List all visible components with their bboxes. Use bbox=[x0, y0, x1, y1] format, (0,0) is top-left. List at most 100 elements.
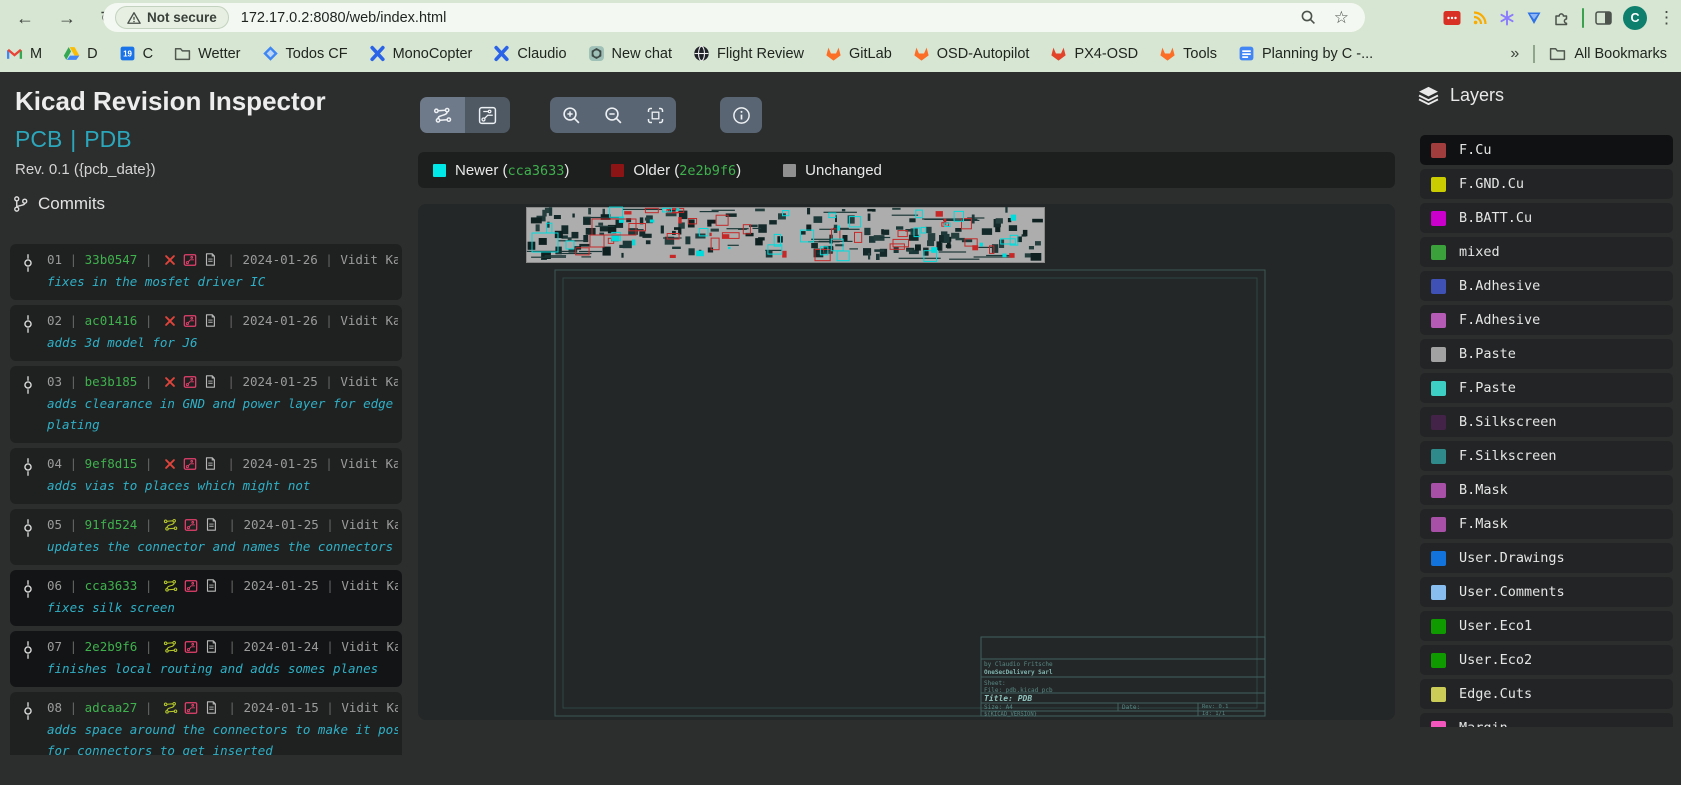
bookmark-favicon bbox=[369, 45, 386, 62]
commit-node-icon bbox=[21, 579, 35, 599]
schematic-diff-icon bbox=[163, 640, 178, 654]
bookmark-item[interactable]: Wetter bbox=[174, 45, 240, 62]
layer-row[interactable]: F.Paste bbox=[1420, 373, 1673, 403]
extension-red-icon[interactable] bbox=[1443, 10, 1461, 26]
all-bookmarks-button[interactable]: All Bookmarks bbox=[1549, 45, 1667, 62]
commit-card[interactable]: 03 | be3b185 | bbox=[10, 366, 402, 443]
bookmark-item[interactable]: New chat bbox=[588, 45, 672, 62]
profile-avatar[interactable]: C bbox=[1623, 6, 1647, 30]
browser-toolbar: ← → ↻ Not secure 172.17.0.2:8080/web/ind… bbox=[0, 0, 1681, 35]
layer-row[interactable]: Margin bbox=[1420, 713, 1673, 727]
layer-row[interactable]: B.Paste bbox=[1420, 339, 1673, 369]
bookmark-item[interactable]: C bbox=[119, 45, 153, 62]
commit-node-icon bbox=[21, 518, 35, 538]
bookmark-item[interactable]: PX4-OSD bbox=[1050, 45, 1138, 62]
commit-card[interactable]: 05 | 91fd524 | bbox=[10, 509, 402, 565]
commit-card[interactable]: 06 | cca3633 | bbox=[10, 570, 402, 626]
extensions-puzzle-icon[interactable] bbox=[1553, 9, 1571, 27]
bookmark-item[interactable]: M bbox=[6, 45, 42, 62]
pcb-view-button[interactable] bbox=[465, 97, 510, 133]
browser-menu-icon[interactable]: ⋮ bbox=[1658, 8, 1675, 28]
bookmark-item[interactable]: MonoCopter bbox=[369, 45, 473, 62]
layer-color-swatch bbox=[1431, 245, 1446, 260]
bookmark-item[interactable]: GitLab bbox=[825, 45, 892, 62]
commit-card[interactable]: 02 | ac01416 | bbox=[10, 305, 402, 361]
layer-row[interactable]: User.Comments bbox=[1420, 577, 1673, 607]
info-button[interactable] bbox=[720, 97, 762, 133]
zoom-out-icon bbox=[604, 106, 623, 125]
pcb-diff-icon bbox=[183, 314, 197, 328]
commit-card[interactable]: 07 | 2e2b9f6 | bbox=[10, 631, 402, 687]
mode-nav: PCB|PDB bbox=[15, 126, 132, 153]
commit-message: updates the connector and names the conn… bbox=[47, 536, 398, 557]
nav-pdb-link[interactable]: PDB bbox=[84, 126, 131, 152]
commit-list: 01 | 33b0547 | bbox=[10, 244, 402, 755]
sheet-frame bbox=[555, 270, 1265, 716]
layer-row[interactable]: B.Silkscreen bbox=[1420, 407, 1673, 437]
layer-row[interactable]: F.Adhesive bbox=[1420, 305, 1673, 335]
layer-row[interactable]: mixed bbox=[1420, 237, 1673, 267]
layer-color-swatch bbox=[1431, 347, 1446, 362]
bookmark-item[interactable]: Flight Review bbox=[693, 45, 804, 62]
bookmarks-overflow-chevron[interactable]: » bbox=[1510, 45, 1519, 63]
document-icon bbox=[204, 700, 218, 715]
address-bar[interactable]: Not secure 172.17.0.2:8080/web/index.htm… bbox=[103, 3, 1365, 32]
fit-view-icon bbox=[646, 106, 665, 125]
funnel-extension-icon[interactable] bbox=[1526, 10, 1542, 26]
bookmark-star-icon[interactable]: ☆ bbox=[1334, 8, 1349, 28]
layer-list: F.Cu F.GND.Cu B.BATT.Cu mixed B.Adhesive… bbox=[1420, 135, 1673, 727]
asterisk-extension-icon[interactable] bbox=[1499, 10, 1515, 26]
bookmark-item[interactable]: Todos CF bbox=[262, 45, 348, 62]
layer-row[interactable]: F.Mask bbox=[1420, 509, 1673, 539]
bookmark-item[interactable]: Claudio bbox=[493, 45, 566, 62]
pcb-diff-icon bbox=[183, 375, 197, 389]
security-label: Not secure bbox=[147, 10, 217, 25]
legend-unchanged: Unchanged bbox=[783, 162, 882, 179]
commit-card[interactable]: 08 | adcaa27 | bbox=[10, 692, 402, 755]
pcb-icon bbox=[478, 106, 497, 125]
commit-card[interactable]: 04 | 9ef8d15 | bbox=[10, 448, 402, 504]
layer-row[interactable]: B.Adhesive bbox=[1420, 271, 1673, 301]
svg-text:Date:: Date: bbox=[1122, 704, 1140, 711]
rss-extension-icon[interactable] bbox=[1472, 10, 1488, 26]
layer-row[interactable]: F.Silkscreen bbox=[1420, 441, 1673, 471]
layer-row[interactable]: F.GND.Cu bbox=[1420, 169, 1673, 199]
bookmark-favicon bbox=[174, 45, 191, 62]
pcb-diff-icon bbox=[183, 253, 197, 267]
nav-pcb-link[interactable]: PCB bbox=[15, 126, 62, 152]
layer-row[interactable]: User.Drawings bbox=[1420, 543, 1673, 573]
zoom-out-button[interactable] bbox=[592, 97, 634, 133]
bookmark-item[interactable]: OSD-Autopilot bbox=[913, 45, 1030, 62]
schematic-view-button[interactable] bbox=[420, 97, 465, 133]
zoom-in-button[interactable] bbox=[550, 97, 592, 133]
info-group bbox=[720, 97, 762, 133]
back-button[interactable]: ← bbox=[16, 9, 34, 27]
bookmark-favicon bbox=[493, 45, 510, 62]
svg-text:by Claudio Fritsche: by Claudio Fritsche bbox=[984, 661, 1053, 668]
layer-row[interactable]: User.Eco1 bbox=[1420, 611, 1673, 641]
forward-button[interactable]: → bbox=[58, 9, 76, 27]
commits-header: Commits bbox=[13, 194, 105, 214]
layer-row[interactable]: B.BATT.Cu bbox=[1420, 203, 1673, 233]
kicad-revision-inspector-app: Kicad Revision Inspector PCB|PDB Rev. 0.… bbox=[0, 72, 1681, 785]
zoom-indicator-icon[interactable] bbox=[1300, 9, 1317, 26]
layer-row[interactable]: F.Cu bbox=[1420, 135, 1673, 165]
layer-color-swatch bbox=[1431, 177, 1446, 192]
sidebar-toggle-icon[interactable] bbox=[1595, 10, 1612, 26]
layer-color-swatch bbox=[1431, 619, 1446, 634]
commit-card[interactable]: 01 | 33b0547 | bbox=[10, 244, 402, 300]
layer-color-swatch bbox=[1431, 517, 1446, 532]
bookmark-favicon bbox=[588, 45, 605, 62]
layer-color-swatch bbox=[1431, 653, 1446, 668]
layer-row[interactable]: Edge.Cuts bbox=[1420, 679, 1673, 709]
layer-row[interactable]: User.Eco2 bbox=[1420, 645, 1673, 675]
separator bbox=[1582, 8, 1584, 28]
bookmark-item[interactable]: Planning by C -... bbox=[1238, 45, 1373, 62]
bookmark-item[interactable]: Tools bbox=[1159, 45, 1217, 62]
no-schematic-icon bbox=[163, 253, 177, 267]
pcb-canvas[interactable]: by Claudio Fritsche OneSecDelivery Sarl … bbox=[418, 204, 1395, 720]
bookmark-item[interactable]: D bbox=[63, 45, 97, 62]
not-secure-chip[interactable]: Not secure bbox=[115, 6, 229, 29]
zoom-fit-button[interactable] bbox=[634, 97, 676, 133]
layer-row[interactable]: B.Mask bbox=[1420, 475, 1673, 505]
